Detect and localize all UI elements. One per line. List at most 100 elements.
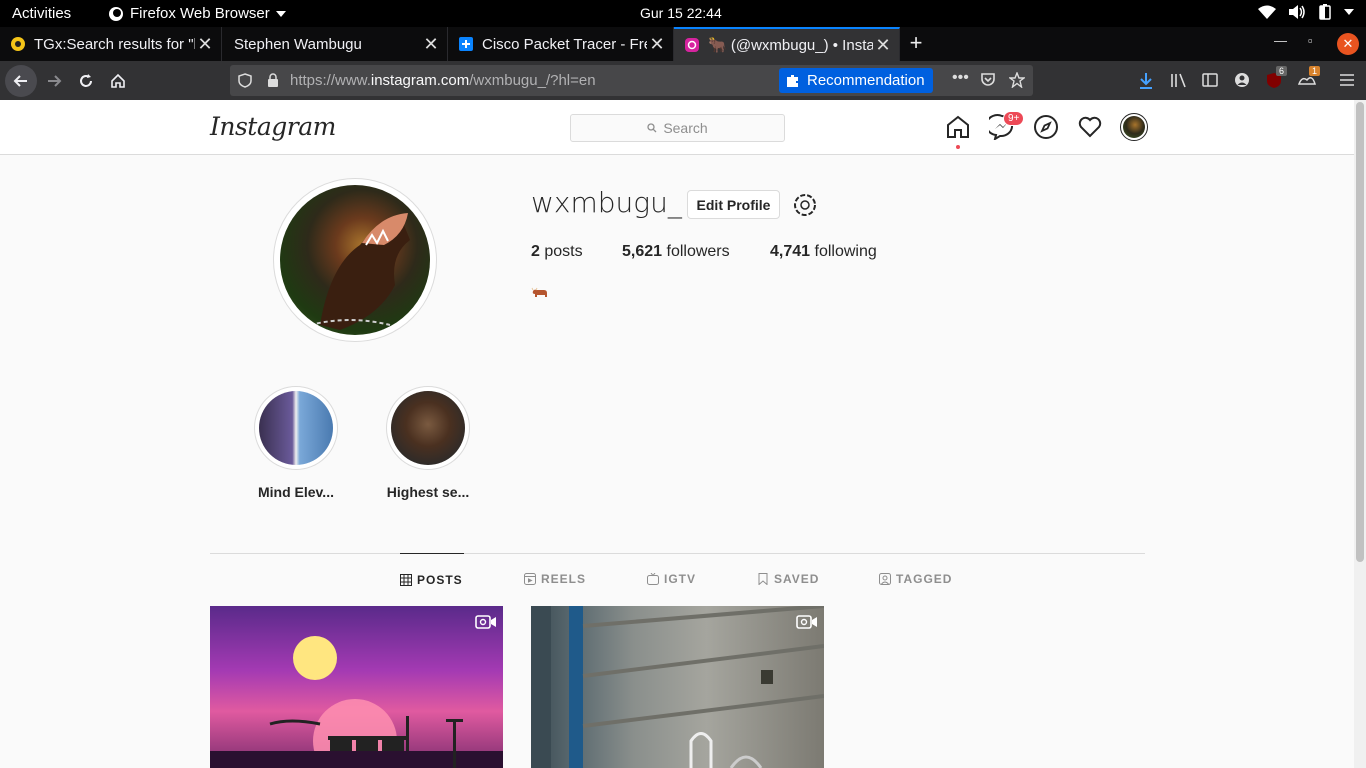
instagram-logo[interactable]: Instagram <box>210 112 336 141</box>
tab-label: REELS <box>541 572 587 586</box>
grid-icon <box>400 573 412 586</box>
reload-icon <box>80 74 92 87</box>
posts-count: 2 <box>531 243 540 260</box>
followers-label: followers <box>666 243 730 260</box>
profile-picture-image <box>280 185 430 335</box>
pocket-icon[interactable] <box>980 72 996 88</box>
tab-title: Stephen Wambugu <box>234 35 362 53</box>
tagged-user-icon <box>879 573 891 585</box>
shield-icon[interactable] <box>238 73 252 88</box>
followers-stat[interactable]: 5,621 followers <box>622 243 730 261</box>
heart-icon[interactable] <box>1077 114 1103 140</box>
search-icon <box>647 123 657 133</box>
profile-picture[interactable] <box>273 178 437 342</box>
highlight-ring <box>254 386 338 470</box>
home-icon <box>111 73 125 88</box>
url-text: https://www.instagram.com/wxmbugu_/?hl=e… <box>290 72 596 89</box>
bookmark-star-icon[interactable] <box>1009 72 1025 88</box>
following-label: following <box>814 243 877 260</box>
url-domain: instagram.com <box>370 72 470 89</box>
chevron-down-icon <box>1344 9 1354 15</box>
tab-igtv[interactable]: IGTV <box>647 553 696 605</box>
page-actions-icon[interactable]: ••• <box>952 69 969 87</box>
settings-gear-icon[interactable] <box>792 192 818 218</box>
activities-button[interactable]: Activities <box>12 5 71 22</box>
tab-title: 🐂 (@wxmbugu_) • Insta <box>708 37 873 54</box>
highlight-label: Highest se... <box>386 484 470 500</box>
explore-compass-icon[interactable] <box>1033 114 1059 140</box>
close-icon[interactable]: ✕ <box>195 34 215 55</box>
home-active-dot <box>956 145 960 149</box>
account-icon[interactable] <box>1234 72 1250 88</box>
avatar-image <box>1123 116 1145 138</box>
tab-posts[interactable]: POSTS <box>400 553 464 605</box>
story-highlight[interactable]: Mind Elev... <box>254 386 338 500</box>
tab-label: SAVED <box>774 572 820 586</box>
volume-icon <box>1289 5 1305 19</box>
maximize-icon[interactable]: ▫ <box>1308 33 1313 48</box>
avatar[interactable] <box>1120 113 1148 141</box>
sidebar-icon[interactable] <box>1202 72 1218 88</box>
search-input[interactable]: Search <box>570 114 785 142</box>
posts-label: posts <box>544 243 583 260</box>
highlight-image <box>391 391 465 465</box>
scrollbar-thumb[interactable] <box>1356 102 1364 562</box>
tab-label: TAGGED <box>896 572 953 586</box>
messages-badge: 9+ <box>1003 111 1025 126</box>
tab-cisco[interactable]: Cisco Packet Tracer - Fre ✕ <box>448 27 674 61</box>
posts-stat: 2 posts <box>531 243 583 261</box>
extension-badge: 1 <box>1309 66 1321 76</box>
home-icon[interactable] <box>945 114 971 140</box>
download-icon[interactable] <box>1138 72 1154 89</box>
tab-reels[interactable]: REELS <box>524 553 586 605</box>
tab-tagged[interactable]: TAGGED <box>879 553 952 605</box>
search-placeholder: Search <box>663 120 708 136</box>
hamburger-menu-icon[interactable] <box>1340 73 1354 87</box>
arrow-left-icon <box>13 75 27 87</box>
tab-strip: TGx:Search results for "h ✕ Stephen Wamb… <box>0 27 1366 61</box>
following-stat[interactable]: 4,741 following <box>770 243 877 261</box>
close-icon[interactable]: ✕ <box>421 34 441 55</box>
back-button[interactable] <box>5 65 37 97</box>
clock[interactable]: Gur 15 22:44 <box>640 5 722 21</box>
gnome-top-bar: Activities Firefox Web Browser Gur 15 22… <box>0 0 1366 27</box>
tab-instagram[interactable]: 🐂 (@wxmbugu_) • Insta ✕ <box>674 27 900 61</box>
story-highlight[interactable]: Highest se... <box>386 386 470 500</box>
navigation-bar: https://www.instagram.com/wxmbugu_/?hl=e… <box>0 61 1366 100</box>
reload-button[interactable] <box>72 67 100 95</box>
tab-saved[interactable]: SAVED <box>757 553 819 605</box>
window-close-button[interactable]: ✕ <box>1337 33 1359 55</box>
library-icon[interactable] <box>1170 72 1187 88</box>
recommendation-label: Recommendation <box>807 72 925 89</box>
close-icon[interactable]: ✕ <box>647 34 667 55</box>
system-tray[interactable] <box>1258 4 1354 20</box>
puzzle-favicon-icon <box>459 37 473 51</box>
igtv-icon <box>647 573 659 585</box>
highlight-label: Mind Elev... <box>258 484 334 500</box>
post-thumbnail[interactable] <box>531 606 824 768</box>
url-prefix: https://www. <box>290 72 371 89</box>
tab-title: TGx:Search results for "h <box>34 35 195 53</box>
highlight-ring <box>386 386 470 470</box>
edit-profile-button[interactable]: Edit Profile <box>687 190 780 219</box>
url-bar[interactable]: https://www.instagram.com/wxmbugu_/?hl=e… <box>230 65 1033 96</box>
puzzle-icon <box>787 74 798 87</box>
minimize-icon[interactable]: — <box>1274 33 1287 48</box>
forward-button[interactable] <box>40 67 68 95</box>
new-tab-button[interactable]: + <box>904 30 928 56</box>
home-button[interactable] <box>104 67 132 95</box>
sunset-image <box>210 636 503 768</box>
ublock-count-badge: 6 <box>1276 66 1288 76</box>
followers-count: 5,621 <box>622 243 663 260</box>
page-scrollbar[interactable] <box>1354 100 1366 768</box>
post-thumbnail[interactable] <box>210 606 503 768</box>
tab-tgx[interactable]: TGx:Search results for "h ✕ <box>0 27 222 61</box>
close-icon[interactable]: ✕ <box>873 35 893 56</box>
lock-icon[interactable] <box>267 73 279 87</box>
recommendation-button[interactable]: Recommendation <box>779 68 933 93</box>
firefox-icon <box>109 6 123 21</box>
video-camera-icon <box>475 615 496 629</box>
tab-stephen[interactable]: Stephen Wambugu ✕ <box>222 27 448 61</box>
chevron-down-icon <box>275 10 286 17</box>
app-menu[interactable]: Firefox Web Browser <box>108 5 286 22</box>
